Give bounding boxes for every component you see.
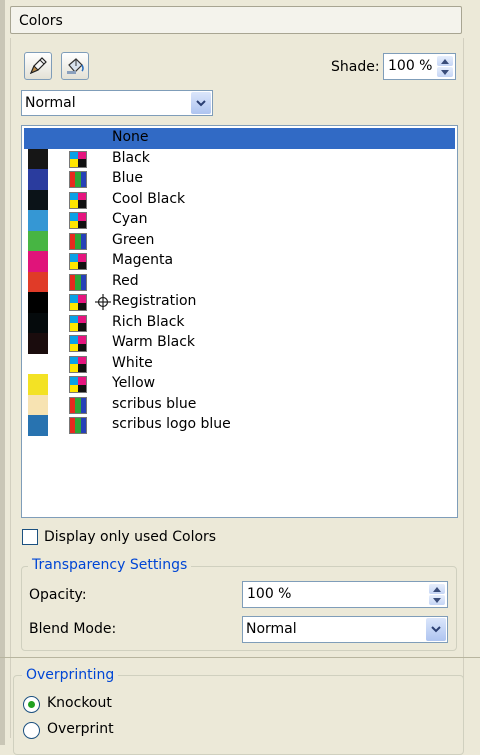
overprint-radio[interactable] <box>23 722 40 739</box>
cmyk-icon <box>69 294 87 311</box>
cmyk-icon <box>69 150 87 168</box>
opacity-label: Opacity: <box>29 587 87 603</box>
blend-mode-combo[interactable]: Normal <box>242 616 448 643</box>
color-list-item[interactable]: scribus blue <box>24 394 455 415</box>
color-swatch <box>28 353 48 374</box>
rgb-icon <box>69 273 87 291</box>
color-list-item[interactable]: Cool Black <box>24 189 455 210</box>
color-list-item[interactable]: Red <box>24 271 455 292</box>
spin-down-icon[interactable] <box>437 67 453 77</box>
color-swatch <box>28 312 48 333</box>
rgb-icon <box>69 232 87 250</box>
color-swatch <box>28 374 48 395</box>
color-list-item[interactable]: Yellow <box>24 374 455 395</box>
color-name: White <box>112 354 153 371</box>
color-name: Magenta <box>112 252 174 268</box>
rgb-icon <box>69 396 87 414</box>
color-name: Yellow <box>112 375 156 391</box>
cmyk-icon <box>69 335 87 352</box>
color-swatch <box>28 292 48 313</box>
display-used-label[interactable]: Display only used Colors <box>44 529 216 545</box>
color-list-item[interactable]: Rich Black <box>24 312 455 333</box>
color-swatch <box>28 333 48 354</box>
color-list-item[interactable]: None <box>24 128 455 149</box>
cmyk-icon <box>69 253 87 270</box>
paint-bucket-icon <box>67 58 84 74</box>
color-list-item[interactable]: Warm Black <box>24 333 455 354</box>
knockout-radio[interactable] <box>23 696 40 713</box>
blend-mode-value: Normal <box>246 621 297 637</box>
display-used-checkbox[interactable] <box>22 529 38 545</box>
color-list-item[interactable]: scribus logo blue <box>24 415 455 436</box>
rgb-icon <box>69 171 87 188</box>
opacity-spinbox[interactable]: 100 % <box>242 581 448 608</box>
color-mode-value: Normal <box>25 95 76 111</box>
divider <box>0 657 480 658</box>
rgb-icon <box>69 417 87 434</box>
cmyk-icon <box>69 191 87 209</box>
color-list-item[interactable]: Registration <box>24 292 455 313</box>
spin-up-icon[interactable] <box>429 584 445 594</box>
shade-spinbox[interactable]: 100 % <box>383 53 456 80</box>
color-swatch <box>28 210 48 231</box>
color-list-item[interactable]: Blue <box>24 169 455 190</box>
spin-up-icon[interactable] <box>437 56 453 66</box>
color-swatch <box>28 230 48 251</box>
transparency-title: Transparency Settings <box>28 557 192 573</box>
overprint-label[interactable]: Overprint <box>47 721 114 737</box>
color-mode-combo[interactable]: Normal <box>21 90 213 116</box>
shade-value: 100 % <box>388 58 433 74</box>
cmyk-icon <box>69 314 87 332</box>
color-name: Cool Black <box>112 190 186 207</box>
color-swatch <box>28 148 48 169</box>
blend-mode-label: Blend Mode: <box>29 621 117 637</box>
color-name: Warm Black <box>112 334 196 350</box>
chevron-down-icon[interactable] <box>426 618 446 641</box>
spin-down-icon[interactable] <box>429 595 445 605</box>
color-swatch <box>28 169 48 190</box>
overprinting-group <box>13 675 464 755</box>
color-list[interactable]: None Black Blue Cool Black Cyan Green Magenta R… <box>21 125 458 518</box>
registration-icon <box>95 294 111 310</box>
panel-title: Colors <box>19 13 63 29</box>
color-name: scribus logo blue <box>112 416 231 432</box>
shade-label: Shade: <box>331 59 380 75</box>
opacity-value: 100 % <box>247 586 292 602</box>
fill-color-button[interactable] <box>61 52 89 80</box>
color-name: Green <box>112 231 155 248</box>
color-swatch <box>28 271 48 292</box>
color-list-item[interactable]: Green <box>24 230 455 251</box>
color-name: Black <box>112 149 150 166</box>
color-name: Registration <box>112 293 197 309</box>
pen-icon <box>29 57 47 75</box>
color-name: None <box>112 129 149 145</box>
panel-title-bar[interactable]: Colors <box>10 6 462 34</box>
color-list-item[interactable]: Cyan <box>24 210 455 231</box>
color-swatch <box>28 189 48 210</box>
cmyk-icon <box>69 355 87 373</box>
cmyk-icon <box>69 376 87 393</box>
color-list-item[interactable]: Black <box>24 148 455 169</box>
color-list-item[interactable]: Magenta <box>24 251 455 272</box>
color-name: Rich Black <box>112 313 185 330</box>
edit-color-button[interactable] <box>24 52 52 80</box>
knockout-label[interactable]: Knockout <box>47 695 112 711</box>
color-swatch <box>28 251 48 272</box>
color-name: Blue <box>112 170 143 186</box>
cmyk-icon <box>69 212 87 229</box>
color-name: Cyan <box>112 211 148 227</box>
color-swatch <box>28 415 48 436</box>
chevron-down-icon[interactable] <box>191 92 211 114</box>
color-name: Red <box>112 272 139 289</box>
color-swatch <box>28 394 48 415</box>
color-name: scribus blue <box>112 395 197 412</box>
radio-selected-dot <box>28 701 35 708</box>
overprinting-title: Overprinting <box>22 667 119 683</box>
color-list-item[interactable]: White <box>24 353 455 374</box>
window-edge <box>0 0 5 745</box>
